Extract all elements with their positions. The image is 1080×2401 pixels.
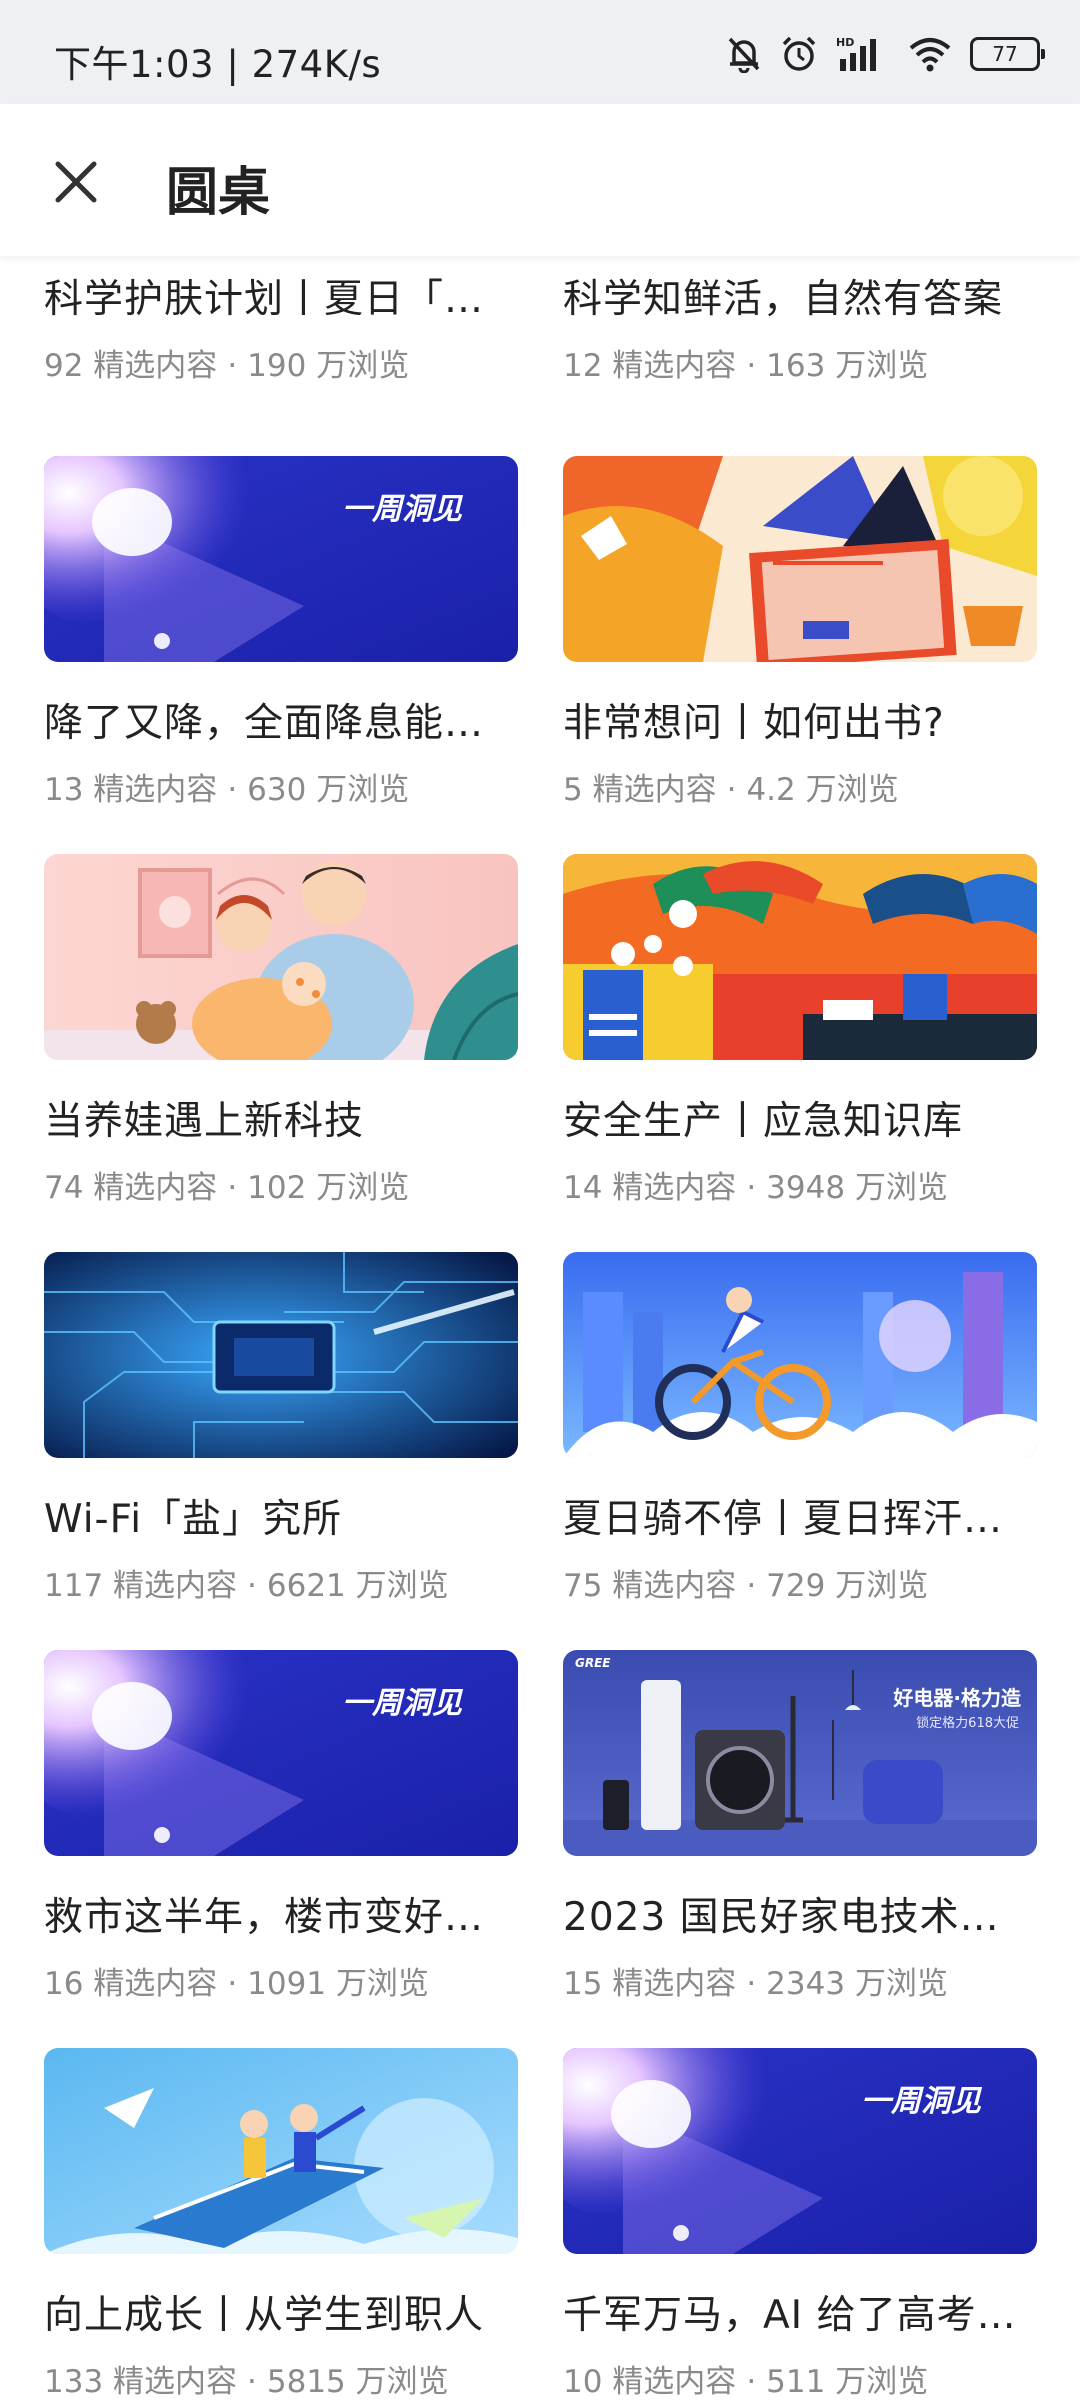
card-meta: 13 精选内容 · 630 万浏览 — [44, 772, 410, 808]
card-thumbnail: 一周洞见 — [44, 456, 518, 662]
status-icons: HD 77 — [726, 34, 1045, 74]
card-thumbnail: 一周洞见 — [44, 1650, 518, 1856]
card-title: Wi-Fi「盐」究所 — [44, 1497, 343, 1542]
card-meta: 92 精选内容 · 190 万浏览 — [44, 348, 410, 384]
card-title: 救市这半年，楼市变好… — [44, 1895, 485, 1940]
page-title: 圆桌 — [166, 163, 271, 223]
card-title: 夏日骑不停丨夏日挥汗… — [563, 1497, 1004, 1542]
card-title: 非常想问丨如何出书? — [563, 701, 945, 746]
card-thumbnail: GREE 好电器·格力造 锁定格力618大促 — [563, 1650, 1037, 1856]
card-thumbnail — [44, 1252, 518, 1458]
title-bar: 圆桌 — [0, 104, 1080, 256]
card-thumbnail — [44, 2048, 518, 2254]
card-meta: 16 精选内容 · 1091 万浏览 — [44, 1966, 429, 2002]
card-thumbnail — [563, 1252, 1037, 1458]
card-thumbnail: 一周洞见 — [563, 2048, 1037, 2254]
card-meta: 10 精选内容 · 511 万浏览 — [563, 2364, 929, 2400]
card-meta: 117 精选内容 · 6621 万浏览 — [44, 1568, 449, 1604]
close-icon[interactable] — [46, 152, 106, 212]
card-meta: 5 精选内容 · 4.2 万浏览 — [563, 772, 899, 808]
mute-bell-icon — [728, 37, 760, 73]
card-thumbnail — [44, 854, 518, 1060]
wifi-icon — [909, 38, 951, 72]
card-title: 千军万马，AI 给了高考… — [563, 2293, 1017, 2338]
brand-label: 一周洞见 — [342, 1686, 462, 1721]
svg-text:HD: HD — [836, 36, 854, 49]
card-meta: 14 精选内容 · 3948 万浏览 — [563, 1170, 948, 1206]
brand-sublabel: 锁定格力618大促 — [916, 1716, 1019, 1731]
card-meta: 74 精选内容 · 102 万浏览 — [44, 1170, 410, 1206]
status-bar: 下午1:03 | 274K/s HD 77 — [0, 0, 1080, 104]
card-meta: 133 精选内容 · 5815 万浏览 — [44, 2364, 449, 2400]
card-title: 降了又降，全面降息能… — [44, 701, 485, 746]
gree-logo: GREE — [575, 1656, 611, 1670]
card-title: 2023 国民好家电技术… — [563, 1895, 1000, 1940]
card-title: 安全生产丨应急知识库 — [563, 1099, 964, 1144]
status-time: 下午1:03 | 274K/s — [54, 43, 382, 86]
card-meta: 12 精选内容 · 163 万浏览 — [563, 348, 929, 384]
brand-label: 一周洞见 — [861, 2084, 981, 2119]
card-title: 科学护肤计划丨夏日「… — [44, 277, 485, 322]
card-title: 向上成长丨从学生到职人 — [44, 2293, 485, 2338]
battery-icon: 77 — [970, 37, 1045, 71]
card-meta: 15 精选内容 · 2343 万浏览 — [563, 1966, 948, 2002]
alarm-icon — [782, 36, 816, 71]
hd-signal-icon: HD — [836, 36, 876, 71]
card-thumbnail — [563, 456, 1037, 662]
brand-label: 一周洞见 — [342, 492, 462, 527]
brand-label: 好电器·格力造 — [893, 1686, 1021, 1710]
card-meta: 75 精选内容 · 729 万浏览 — [563, 1568, 929, 1604]
card-title: 当养娃遇上新科技 — [44, 1099, 365, 1144]
card-thumbnail — [563, 854, 1037, 1060]
card-title: 科学知鲜活，自然有答案 — [563, 277, 1004, 322]
